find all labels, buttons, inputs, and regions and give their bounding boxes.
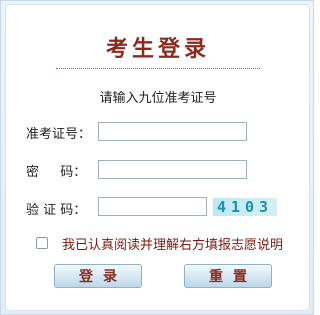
reset-button[interactable]: 重置 — [184, 264, 272, 288]
captcha-image[interactable]: 4103 — [213, 198, 277, 216]
login-button[interactable]: 登录 — [54, 264, 142, 288]
agreement-checkbox[interactable] — [36, 237, 48, 249]
title-divider — [56, 68, 260, 69]
password-label: 密 码： — [26, 165, 87, 180]
password-input[interactable] — [98, 160, 247, 179]
captcha-input[interactable] — [98, 197, 207, 216]
exam-number-input[interactable] — [98, 122, 247, 141]
page-title: 考生登录 — [105, 36, 210, 62]
instruction-text: 请输入九位准考证号 — [99, 91, 217, 106]
exam-number-label: 准考证号： — [26, 127, 92, 142]
login-window: 考生登录 请输入九位准考证号 准考证号： 密 码： 验 证 码： 4103 我已… — [0, 0, 314, 315]
captcha-label: 验 证 码： — [26, 203, 87, 218]
agreement-label[interactable]: 我已认真阅读并理解右方填报志愿说明 — [62, 234, 283, 253]
